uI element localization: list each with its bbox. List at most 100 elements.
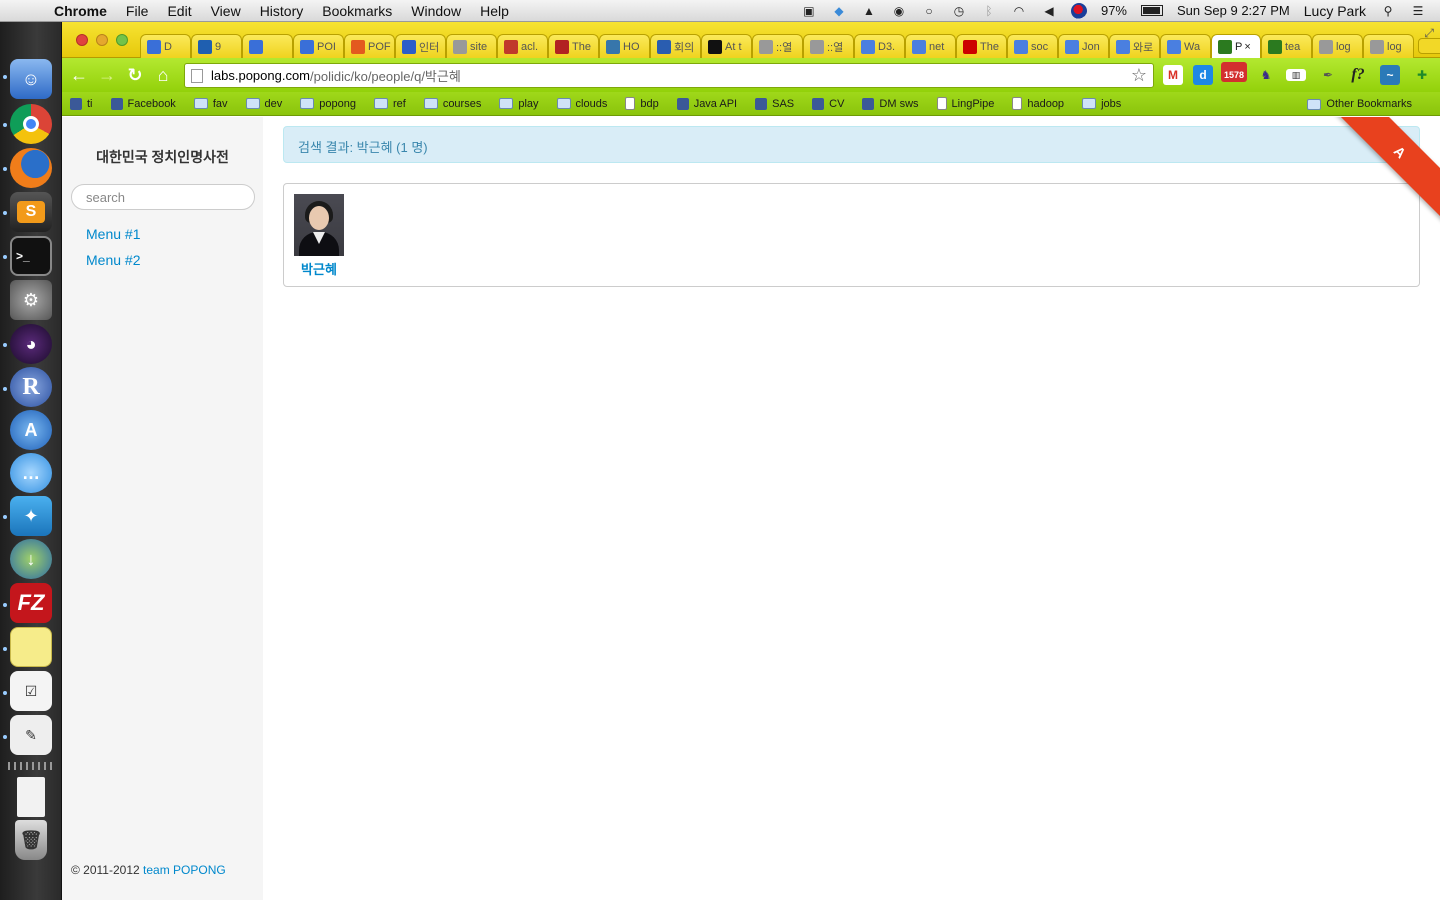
bookmark-item[interactable]: hadoop	[1012, 97, 1064, 110]
bookmark-item[interactable]: SAS	[755, 97, 794, 110]
team-popong-link[interactable]: team POPONG	[143, 863, 226, 877]
tab[interactable]: 인터	[395, 34, 446, 58]
tab[interactable]: log	[1312, 34, 1363, 58]
tab-active[interactable]: P ×	[1211, 34, 1261, 58]
bookmark-item[interactable]: ti	[70, 97, 93, 110]
gmail-icon[interactable]: M	[1163, 65, 1183, 85]
messages-icon[interactable]: …	[10, 453, 52, 493]
bookmark-item[interactable]: DM sws	[862, 97, 919, 110]
chrome-icon[interactable]	[10, 104, 52, 144]
firefox-icon[interactable]	[10, 148, 52, 188]
back-arrow-icon[interactable]: ←	[68, 64, 90, 86]
tab[interactable]: The	[548, 34, 599, 58]
user-name[interactable]: Lucy Park	[1304, 3, 1366, 19]
tab[interactable]: ::열	[803, 34, 854, 58]
tab[interactable]: At t	[701, 34, 752, 58]
search-input[interactable]	[71, 184, 255, 210]
formula-icon[interactable]: f?	[1348, 65, 1368, 85]
tab[interactable]: D3.	[854, 34, 905, 58]
analytics-icon[interactable]: ~	[1380, 65, 1400, 85]
tab[interactable]: POI	[293, 34, 344, 58]
battery-icon[interactable]	[1141, 5, 1163, 16]
delicious-icon[interactable]: d	[1193, 65, 1213, 85]
bookmark-item[interactable]: courses	[423, 98, 481, 110]
other-bookmarks-folder[interactable]: Other Bookmarks	[1307, 92, 1412, 116]
tab[interactable]: HO	[599, 34, 650, 58]
fullscreen-icon[interactable]: ⤢	[1424, 26, 1434, 41]
menu-window[interactable]: Window	[411, 3, 461, 19]
notification-list-icon[interactable]: ☰	[1410, 4, 1426, 18]
tab[interactable]: POF	[344, 34, 395, 58]
tab[interactable]: soc	[1007, 34, 1058, 58]
tab[interactable]: D	[140, 34, 191, 58]
bookmark-item[interactable]: ref	[373, 98, 406, 110]
input-source-korean-flag-icon[interactable]	[1070, 2, 1087, 19]
volume-icon[interactable]: ◀	[1041, 4, 1057, 18]
tab[interactable]: acl.	[497, 34, 548, 58]
person-photo[interactable]	[294, 194, 344, 256]
tab[interactable]: 와로	[1109, 34, 1160, 58]
tab[interactable]: 회의	[650, 34, 701, 58]
person-card[interactable]: 박근혜	[294, 194, 344, 278]
extension-puzzle-icon[interactable]: ♞	[1256, 65, 1276, 85]
wifi-icon[interactable]: ◠	[1011, 4, 1027, 18]
tab[interactable]	[242, 34, 293, 58]
bookmark-item[interactable]: Java API	[676, 97, 737, 110]
chat-icon[interactable]: ○	[921, 4, 937, 18]
app-store-icon[interactable]: A	[10, 410, 52, 450]
tab[interactable]: site	[446, 34, 497, 58]
zoom-window-button[interactable]	[116, 34, 128, 46]
tab[interactable]: ::열	[752, 34, 803, 58]
menu-bookmarks[interactable]: Bookmarks	[322, 3, 392, 19]
eye-icon[interactable]: ◉	[891, 4, 907, 18]
stickies-icon[interactable]	[10, 627, 52, 667]
bookmark-item[interactable]: popong	[300, 98, 356, 110]
sidebar-menu-1-link[interactable]: Menu #1	[86, 226, 140, 242]
tab[interactable]: 9	[191, 34, 242, 58]
home-icon[interactable]: ⌂	[152, 64, 174, 86]
twitter-icon[interactable]: ✦	[10, 496, 52, 536]
person-name-link[interactable]: 박근혜	[294, 259, 344, 278]
menu-file[interactable]: File	[126, 3, 149, 19]
document-icon[interactable]	[17, 777, 45, 817]
bookmark-item[interactable]: bdp	[625, 97, 659, 110]
r-app-icon[interactable]: R	[10, 367, 52, 407]
tab[interactable]: Wa	[1160, 34, 1211, 58]
ruler-icon[interactable]: ▥	[1286, 69, 1306, 81]
bookmark-item[interactable]: CV	[812, 97, 844, 110]
sublime-text-icon[interactable]: S	[10, 192, 52, 232]
textedit-icon[interactable]: ✎	[10, 715, 52, 755]
todo-list-icon[interactable]: ☑	[10, 671, 52, 711]
menu-help[interactable]: Help	[480, 3, 509, 19]
tab[interactable]: The	[956, 34, 1007, 58]
menu-history[interactable]: History	[260, 3, 304, 19]
minimize-window-button[interactable]	[96, 34, 108, 46]
bookmark-item[interactable]: play	[499, 98, 539, 110]
bookmark-star-icon[interactable]: ☆	[1131, 65, 1147, 86]
feed-count-badge[interactable]: 1578	[1221, 62, 1247, 82]
tab-close-icon[interactable]: ×	[1244, 41, 1250, 53]
menu-edit[interactable]: Edit	[167, 3, 191, 19]
tab[interactable]: log	[1363, 34, 1414, 58]
close-window-button[interactable]	[76, 34, 88, 46]
tab[interactable]: Jon	[1058, 34, 1109, 58]
bluetooth-icon[interactable]: ᛒ	[981, 4, 997, 18]
filezilla-icon[interactable]: FZ	[10, 583, 52, 623]
menu-view[interactable]: View	[211, 3, 241, 19]
finder-icon[interactable]: ☺	[10, 59, 52, 99]
spotlight-search-icon[interactable]: ⚲	[1380, 4, 1396, 18]
clock[interactable]: Sun Sep 9 2:27 PM	[1177, 3, 1290, 18]
adium-cat-icon[interactable]: ◕	[10, 324, 52, 364]
system-preferences-icon[interactable]: ⚙	[10, 280, 52, 320]
trash-icon[interactable]: 🗑	[15, 820, 47, 860]
forward-arrow-icon[interactable]: →	[96, 64, 118, 86]
terminal-icon[interactable]: >_	[10, 236, 52, 276]
bookmark-item[interactable]: LingPipe	[936, 97, 994, 110]
tab[interactable]: net	[905, 34, 956, 58]
time-machine-icon[interactable]: ◷	[951, 4, 967, 18]
site-title[interactable]: 대한민국 정치인명사전	[62, 147, 263, 167]
reload-icon[interactable]: ↻	[124, 64, 146, 86]
hat-icon[interactable]: ▲	[861, 4, 877, 18]
status-menu-icon[interactable]: ▣	[801, 4, 817, 18]
bookmark-item[interactable]: Facebook	[110, 97, 176, 110]
